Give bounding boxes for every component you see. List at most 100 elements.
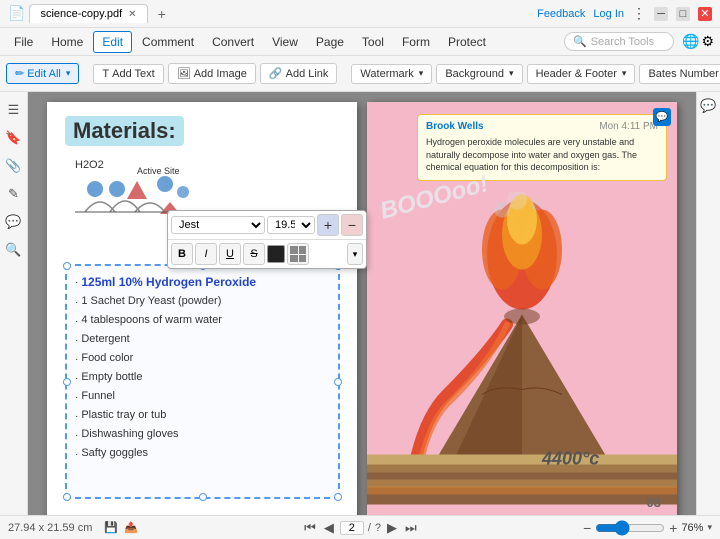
float-toolbar-row1: Jest 19.51 + − [168, 211, 366, 240]
comment-icon[interactable]: 💬 [653, 108, 671, 126]
first-page-button[interactable]: ⏮ [302, 520, 318, 536]
font-size-select[interactable]: 19.51 [267, 216, 315, 234]
side-icon-comment[interactable]: 💬 [4, 212, 24, 232]
table-icon-button[interactable] [287, 243, 309, 265]
page-number-input[interactable] [340, 521, 364, 535]
font-size-decrease-button[interactable]: − [341, 214, 363, 236]
zoom-in-button[interactable]: + [669, 520, 677, 536]
italic-button[interactable]: I [195, 243, 217, 265]
watermark-button[interactable]: Watermark ▾ [351, 64, 432, 84]
page-right: Brook Wells Mon 4:11 PM Hydrogen peroxid… [367, 102, 677, 515]
side-icon-menu[interactable]: ☰ [4, 100, 24, 120]
list-item: · 1 Sachet Dry Yeast (powder) [75, 292, 256, 311]
float-toolbar-row2: B I U S ▾ [168, 240, 366, 268]
list-item-text: Dishwashing gloves [81, 425, 178, 444]
edit-all-icon: ✏ [15, 67, 24, 80]
tab-filename: science-copy.pdf [40, 8, 122, 20]
list-item: · Detergent [75, 330, 256, 349]
add-text-button[interactable]: T Add Text [93, 64, 163, 84]
next-page-button[interactable]: ▶ [385, 520, 399, 536]
menu-home[interactable]: Home [43, 32, 91, 52]
zoom-dropdown[interactable]: ▾ [707, 522, 712, 533]
right-panel-icon[interactable]: 💬 [700, 98, 716, 114]
list-area: · 125ml 10% Hydrogen Peroxide · 1 Sachet… [75, 272, 256, 463]
menu-protect[interactable]: Protect [440, 32, 494, 52]
side-icon-search[interactable]: 🔍 [4, 240, 24, 260]
handle-br[interactable] [334, 493, 342, 501]
menu-form[interactable]: Form [394, 32, 438, 52]
watermark-caret: ▾ [419, 68, 424, 79]
bates-number-button[interactable]: Bates Number ▾ [639, 64, 720, 84]
add-image-button[interactable]: 🖼 Add Image [168, 63, 256, 84]
list-item-text: Food color [81, 349, 133, 368]
search-box[interactable]: 🔍 Search Tools [564, 32, 674, 51]
menu-icon[interactable]: ⋮ [632, 5, 646, 22]
handle-tl[interactable] [63, 262, 71, 270]
total-pages: ? [375, 522, 381, 534]
list-item-text: 4 tablespoons of warm water [81, 311, 222, 330]
maximize-button[interactable]: □ [676, 7, 690, 21]
title-bar-left: 📄 science-copy.pdf ✕ + [8, 4, 184, 24]
materials-title: Materials: [65, 116, 184, 146]
zoom-out-button[interactable]: − [583, 520, 591, 536]
svg-text:4400°c: 4400°c [541, 449, 599, 469]
zoom-slider[interactable] [595, 520, 665, 536]
list-item: · Dishwashing gloves [75, 425, 256, 444]
handle-mr[interactable] [334, 378, 342, 386]
header-footer-caret: ▾ [622, 68, 627, 79]
side-icon-edit[interactable]: ✎ [4, 184, 24, 204]
title-bar: 📄 science-copy.pdf ✕ + Feedback Log In ⋮… [0, 0, 720, 28]
side-icon-attachment[interactable]: 📎 [4, 156, 24, 176]
login-link[interactable]: Log In [593, 8, 624, 20]
handle-ml[interactable] [63, 378, 71, 386]
float-toolbar: Jest 19.51 + − B I U S [167, 210, 367, 269]
menu-tool[interactable]: Tool [354, 32, 392, 52]
list-item-text: Detergent [81, 330, 129, 349]
font-size-increase-button[interactable]: + [317, 214, 339, 236]
volcano-svg: 4400°c [367, 192, 677, 507]
tab-close-icon[interactable]: ✕ [128, 9, 136, 20]
document-dimensions: 27.94 x 21.59 cm [8, 522, 92, 534]
add-text-icon: T [102, 68, 109, 80]
background-button[interactable]: Background ▾ [436, 64, 522, 84]
prev-page-button[interactable]: ◀ [322, 520, 336, 536]
page-number: 03 [647, 495, 661, 510]
new-tab-button[interactable]: + [152, 4, 172, 24]
list-item: · Food color [75, 349, 256, 368]
underline-button[interactable]: U [219, 243, 241, 265]
last-page-button[interactable]: ⏭ [403, 520, 419, 536]
add-image-icon: 🖼 [177, 67, 191, 80]
document-tab[interactable]: science-copy.pdf ✕ [29, 4, 147, 23]
list-item: · Plastic tray or tub [75, 406, 256, 425]
strikethrough-button[interactable]: S [243, 243, 265, 265]
format-more-button[interactable]: ▾ [347, 243, 363, 265]
title-bar-right: Feedback Log In ⋮ ─ □ ✕ [536, 5, 712, 22]
edit-all-caret: ▾ [66, 68, 71, 79]
browser-icon[interactable]: 🌐 [682, 33, 699, 50]
font-family-select[interactable]: Jest [171, 216, 265, 234]
add-link-button[interactable]: 🔗 Add Link [260, 63, 338, 84]
feedback-link[interactable]: Feedback [537, 8, 585, 20]
zoom-percentage: 76% [681, 522, 703, 534]
side-icon-bookmark[interactable]: 🔖 [4, 128, 24, 148]
edit-all-button[interactable]: ✏ Edit All ▾ [6, 63, 79, 84]
list-item-text: Plastic tray or tub [81, 406, 166, 425]
bold-button[interactable]: B [171, 243, 193, 265]
save-icon[interactable]: 💾 [104, 521, 118, 534]
menu-view[interactable]: View [264, 32, 306, 52]
close-button[interactable]: ✕ [698, 7, 712, 21]
handle-bl[interactable] [63, 493, 71, 501]
bottom-center: ⏮ ◀ / ? ▶ ⏭ [144, 520, 577, 536]
menu-edit[interactable]: Edit [93, 31, 132, 53]
list-item-text: 1 Sachet Dry Yeast (powder) [81, 292, 221, 311]
settings-icon[interactable]: ⚙ [701, 33, 714, 50]
header-footer-button[interactable]: Header & Footer ▾ [527, 64, 636, 84]
menu-comment[interactable]: Comment [134, 32, 202, 52]
menu-page[interactable]: Page [308, 32, 352, 52]
handle-bm[interactable] [199, 493, 207, 501]
menu-file[interactable]: File [6, 32, 41, 52]
minimize-button[interactable]: ─ [654, 7, 668, 21]
share-icon[interactable]: 📤 [124, 521, 138, 534]
menu-convert[interactable]: Convert [204, 32, 262, 52]
text-color-swatch[interactable] [267, 245, 285, 263]
